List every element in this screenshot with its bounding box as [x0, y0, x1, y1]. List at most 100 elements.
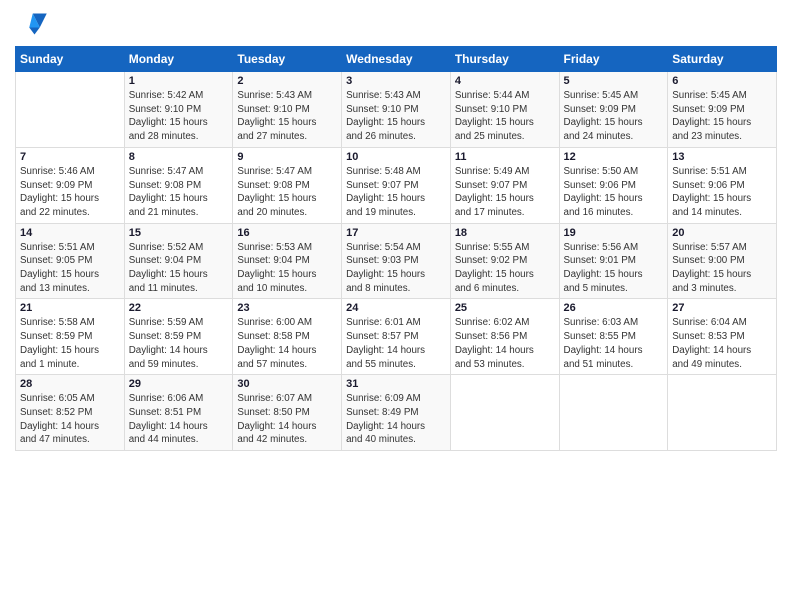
day-info: Sunrise: 6:03 AM Sunset: 8:55 PM Dayligh… [564, 316, 664, 371]
day-info: Sunrise: 5:46 AM Sunset: 9:09 PM Dayligh… [20, 165, 120, 220]
calendar-cell [450, 375, 559, 451]
weekday-header-wednesday: Wednesday [342, 47, 451, 72]
day-info: Sunrise: 5:53 AM Sunset: 9:04 PM Dayligh… [237, 241, 337, 296]
weekday-header-saturday: Saturday [668, 47, 777, 72]
calendar-cell: 11 Sunrise: 5:49 AM Sunset: 9:07 PM Dayli… [450, 147, 559, 223]
calendar-cell: 18Sunrise: 5:55 AM Sunset: 9:02 PM Dayli… [450, 223, 559, 299]
calendar-week-1: 1Sunrise: 5:42 AM Sunset: 9:10 PM Daylig… [16, 72, 777, 148]
calendar-cell: 20Sunrise: 5:57 AM Sunset: 9:00 PM Dayli… [668, 223, 777, 299]
calendar-week-2: 7 Sunrise: 5:46 AM Sunset: 9:09 PM Daylig… [16, 147, 777, 223]
calendar-cell: 2 Sunrise: 5:43 AM Sunset: 9:10 PM Daylig… [233, 72, 342, 148]
day-info: Sunrise: 5:59 AM Sunset: 8:59 PM Dayligh… [129, 316, 229, 371]
day-number: 4 [455, 75, 555, 87]
day-info: Sunrise: 5:45 AM Sunset: 9:09 PM Dayligh… [672, 89, 772, 144]
calendar-cell: 27Sunrise: 6:04 AM Sunset: 8:53 PM Dayli… [668, 299, 777, 375]
day-info: Sunrise: 6:09 AM Sunset: 8:49 PM Dayligh… [346, 392, 446, 447]
day-info: Sunrise: 5:44 AM Sunset: 9:10 PM Dayligh… [455, 89, 555, 144]
logo-icon [15, 10, 47, 38]
calendar-cell: 3 Sunrise: 5:43 AM Sunset: 9:10 PM Daylig… [342, 72, 451, 148]
calendar-cell: 19 Sunrise: 5:56 AM Sunset: 9:01 PM Dayli… [559, 223, 668, 299]
calendar-cell: 1Sunrise: 5:42 AM Sunset: 9:10 PM Daylig… [124, 72, 233, 148]
day-info: Sunrise: 6:00 AM Sunset: 8:58 PM Dayligh… [237, 316, 337, 371]
day-info: Sunrise: 6:01 AM Sunset: 8:57 PM Dayligh… [346, 316, 446, 371]
day-info: Sunrise: 5:54 AM Sunset: 9:03 PM Dayligh… [346, 241, 446, 296]
calendar-cell: 30Sunrise: 6:07 AM Sunset: 8:50 PM Dayli… [233, 375, 342, 451]
day-info: Sunrise: 5:43 AM Sunset: 9:10 PM Dayligh… [237, 89, 337, 144]
day-info: Sunrise: 5:56 AM Sunset: 9:01 PM Dayligh… [564, 241, 664, 296]
day-info: Sunrise: 5:43 AM Sunset: 9:10 PM Dayligh… [346, 89, 446, 144]
calendar-cell: 14Sunrise: 5:51 AM Sunset: 9:05 PM Dayli… [16, 223, 125, 299]
calendar-cell: 24 Sunrise: 6:01 AM Sunset: 8:57 PM Dayli… [342, 299, 451, 375]
calendar-cell: 29 Sunrise: 6:06 AM Sunset: 8:51 PM Dayli… [124, 375, 233, 451]
calendar-week-4: 21 Sunrise: 5:58 AM Sunset: 8:59 PM Dayli… [16, 299, 777, 375]
header [15, 10, 777, 38]
weekday-row: SundayMondayTuesdayWednesdayThursdayFrid… [16, 47, 777, 72]
day-number: 8 [129, 151, 229, 163]
day-number: 13 [672, 151, 772, 163]
calendar-cell: 25 Sunrise: 6:02 AM Sunset: 8:56 PM Dayli… [450, 299, 559, 375]
logo [15, 10, 51, 38]
day-number: 26 [564, 302, 664, 314]
calendar-cell: 7 Sunrise: 5:46 AM Sunset: 9:09 PM Daylig… [16, 147, 125, 223]
calendar-week-3: 14Sunrise: 5:51 AM Sunset: 9:05 PM Dayli… [16, 223, 777, 299]
weekday-header-monday: Monday [124, 47, 233, 72]
day-info: Sunrise: 5:57 AM Sunset: 9:00 PM Dayligh… [672, 241, 772, 296]
day-info: Sunrise: 6:07 AM Sunset: 8:50 PM Dayligh… [237, 392, 337, 447]
day-number: 21 [20, 302, 120, 314]
day-info: Sunrise: 5:42 AM Sunset: 9:10 PM Dayligh… [129, 89, 229, 144]
calendar-cell [16, 72, 125, 148]
day-number: 31 [346, 378, 446, 390]
calendar-cell [559, 375, 668, 451]
day-number: 23 [237, 302, 337, 314]
calendar-cell: 15 Sunrise: 5:52 AM Sunset: 9:04 PM Dayli… [124, 223, 233, 299]
calendar-cell: 9Sunrise: 5:47 AM Sunset: 9:08 PM Daylig… [233, 147, 342, 223]
calendar: SundayMondayTuesdayWednesdayThursdayFrid… [15, 46, 777, 451]
day-info: Sunrise: 5:48 AM Sunset: 9:07 PM Dayligh… [346, 165, 446, 220]
day-number: 22 [129, 302, 229, 314]
calendar-cell: 13Sunrise: 5:51 AM Sunset: 9:06 PM Dayli… [668, 147, 777, 223]
day-number: 25 [455, 302, 555, 314]
weekday-header-thursday: Thursday [450, 47, 559, 72]
day-number: 15 [129, 227, 229, 239]
day-number: 12 [564, 151, 664, 163]
calendar-cell: 6 Sunrise: 5:45 AM Sunset: 9:09 PM Daylig… [668, 72, 777, 148]
day-number: 19 [564, 227, 664, 239]
day-info: Sunrise: 5:47 AM Sunset: 9:08 PM Dayligh… [129, 165, 229, 220]
day-info: Sunrise: 6:02 AM Sunset: 8:56 PM Dayligh… [455, 316, 555, 371]
calendar-header: SundayMondayTuesdayWednesdayThursdayFrid… [16, 47, 777, 72]
calendar-cell: 12 Sunrise: 5:50 AM Sunset: 9:06 PM Dayli… [559, 147, 668, 223]
day-number: 28 [20, 378, 120, 390]
day-number: 6 [672, 75, 772, 87]
calendar-cell: 21 Sunrise: 5:58 AM Sunset: 8:59 PM Dayli… [16, 299, 125, 375]
day-number: 5 [564, 75, 664, 87]
day-number: 17 [346, 227, 446, 239]
day-number: 2 [237, 75, 337, 87]
day-info: Sunrise: 5:51 AM Sunset: 9:05 PM Dayligh… [20, 241, 120, 296]
day-info: Sunrise: 5:58 AM Sunset: 8:59 PM Dayligh… [20, 316, 120, 371]
day-number: 24 [346, 302, 446, 314]
calendar-cell: 10 Sunrise: 5:48 AM Sunset: 9:07 PM Dayli… [342, 147, 451, 223]
day-info: Sunrise: 5:50 AM Sunset: 9:06 PM Dayligh… [564, 165, 664, 220]
day-number: 29 [129, 378, 229, 390]
day-info: Sunrise: 5:52 AM Sunset: 9:04 PM Dayligh… [129, 241, 229, 296]
calendar-cell: 28Sunrise: 6:05 AM Sunset: 8:52 PM Dayli… [16, 375, 125, 451]
calendar-cell: 4 Sunrise: 5:44 AM Sunset: 9:10 PM Daylig… [450, 72, 559, 148]
day-info: Sunrise: 5:49 AM Sunset: 9:07 PM Dayligh… [455, 165, 555, 220]
day-number: 27 [672, 302, 772, 314]
calendar-cell: 5 Sunrise: 5:45 AM Sunset: 9:09 PM Daylig… [559, 72, 668, 148]
day-info: Sunrise: 5:45 AM Sunset: 9:09 PM Dayligh… [564, 89, 664, 144]
day-number: 16 [237, 227, 337, 239]
weekday-header-friday: Friday [559, 47, 668, 72]
day-info: Sunrise: 5:55 AM Sunset: 9:02 PM Dayligh… [455, 241, 555, 296]
day-number: 7 [20, 151, 120, 163]
calendar-cell: 16 Sunrise: 5:53 AM Sunset: 9:04 PM Dayli… [233, 223, 342, 299]
day-number: 11 [455, 151, 555, 163]
day-info: Sunrise: 5:47 AM Sunset: 9:08 PM Dayligh… [237, 165, 337, 220]
day-info: Sunrise: 6:06 AM Sunset: 8:51 PM Dayligh… [129, 392, 229, 447]
calendar-cell: 22 Sunrise: 5:59 AM Sunset: 8:59 PM Dayli… [124, 299, 233, 375]
calendar-cell: 31 Sunrise: 6:09 AM Sunset: 8:49 PM Dayli… [342, 375, 451, 451]
day-number: 10 [346, 151, 446, 163]
weekday-header-sunday: Sunday [16, 47, 125, 72]
calendar-cell [668, 375, 777, 451]
day-number: 3 [346, 75, 446, 87]
